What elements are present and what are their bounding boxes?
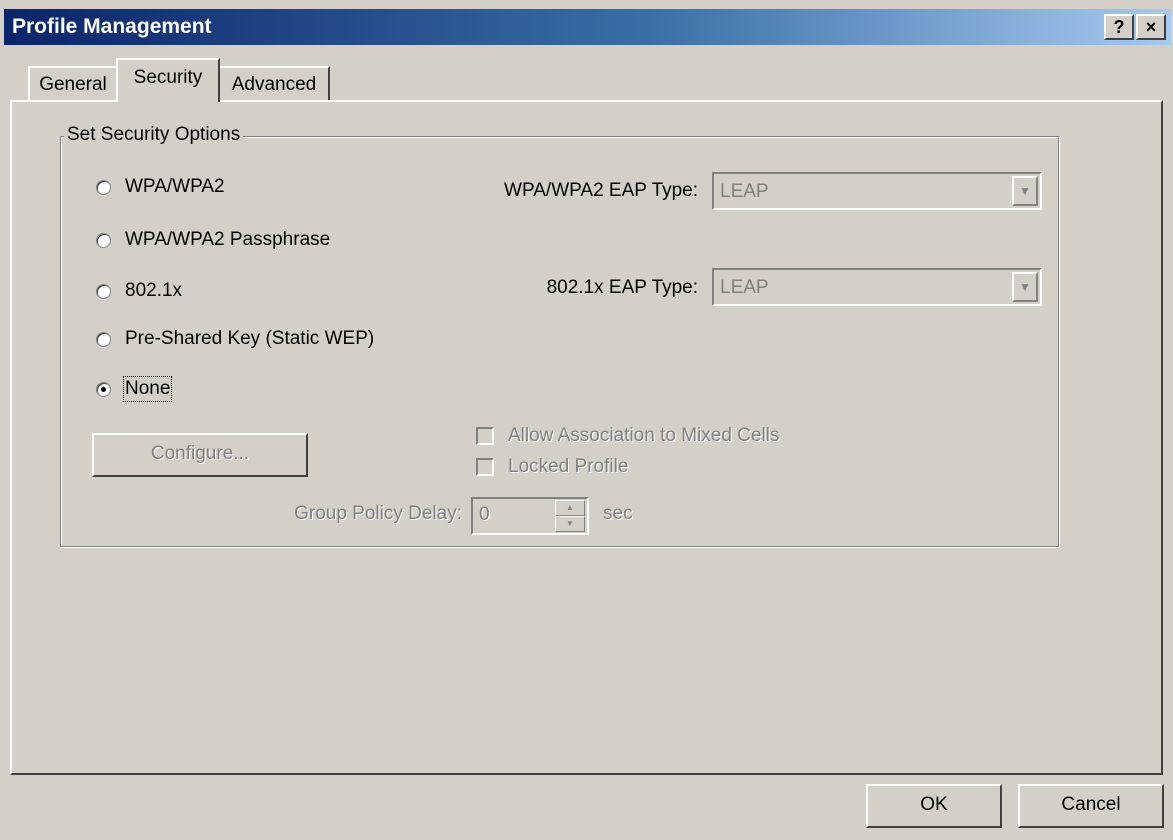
radio-8021x[interactable]: 802.1x [96,278,182,304]
dot1x-eap-type-select[interactable]: LEAP ▼ [712,268,1042,306]
tab-general[interactable]: General [28,66,118,100]
dot1x-eap-type-value: LEAP [720,277,769,298]
group-policy-delay-unit: sec [603,503,633,524]
allow-mixed-cells-box[interactable] [476,427,494,445]
help-button[interactable]: ? [1104,14,1134,40]
tab-general-label: General [39,74,107,95]
radio-none-label: None [122,376,173,402]
window-title: Profile Management [12,15,212,38]
locked-profile-box[interactable] [476,458,494,476]
radio-8021x-circle[interactable] [96,283,111,299]
radio-wpa-passphrase-label: WPA/WPA2 Passphrase [125,229,331,250]
radio-pre-shared-key[interactable]: Pre-Shared Key (Static WEP) [96,326,374,352]
profile-management-window: Profile Management ? × General Security … [0,0,1173,840]
cancel-button[interactable]: Cancel [1018,784,1164,828]
close-button[interactable]: × [1136,14,1166,40]
group-policy-delay-input[interactable]: 0 ▲ ▼ [471,497,589,535]
radio-wpa-wpa2[interactable]: WPA/WPA2 [96,174,225,200]
tab-advanced-label: Advanced [231,74,317,95]
radio-wpa-passphrase[interactable]: WPA/WPA2 Passphrase [96,227,330,253]
radio-none-circle[interactable] [96,381,111,397]
group-policy-delay-value: 0 [479,504,490,525]
locked-profile-checkbox[interactable]: Locked Profile [476,454,628,480]
dot1x-eap-type-label: 802.1x EAP Type: [546,277,698,298]
group-policy-delay-spinner[interactable]: ▲ ▼ [555,500,585,532]
radio-wpa-wpa2-circle[interactable] [96,179,111,195]
spin-up-icon[interactable]: ▲ [555,500,585,516]
security-options-legend: Set Security Options [64,124,244,146]
tab-security[interactable]: Security [116,58,220,102]
radio-pre-shared-key-label: Pre-Shared Key (Static WEP) [125,328,375,349]
tab-security-label: Security [133,67,203,88]
allow-mixed-cells-checkbox[interactable]: Allow Association to Mixed Cells [476,423,779,449]
radio-wpa-wpa2-label: WPA/WPA2 [125,176,225,197]
active-tab-joint [118,99,218,103]
title-bar: Profile Management ? × [4,9,1171,45]
configure-button[interactable]: Configure... [92,433,308,477]
wpa-eap-type-select[interactable]: LEAP ▼ [712,172,1042,210]
wpa-eap-type-value: LEAP [720,181,769,202]
ok-button[interactable]: OK [866,784,1002,828]
locked-profile-label: Locked Profile [508,456,629,477]
tab-advanced[interactable]: Advanced [218,66,330,100]
wpa-eap-type-label: WPA/WPA2 EAP Type: [504,180,698,201]
chevron-down-icon[interactable]: ▼ [1012,272,1038,302]
spin-down-icon[interactable]: ▼ [555,516,585,532]
chevron-down-icon[interactable]: ▼ [1012,176,1038,206]
radio-wpa-passphrase-circle[interactable] [96,232,111,248]
radio-pre-shared-key-circle[interactable] [96,331,111,347]
radio-none[interactable]: None [96,376,173,402]
allow-mixed-cells-label: Allow Association to Mixed Cells [508,425,780,446]
radio-8021x-label: 802.1x [125,280,183,301]
group-policy-delay-label: Group Policy Delay: [294,503,462,524]
